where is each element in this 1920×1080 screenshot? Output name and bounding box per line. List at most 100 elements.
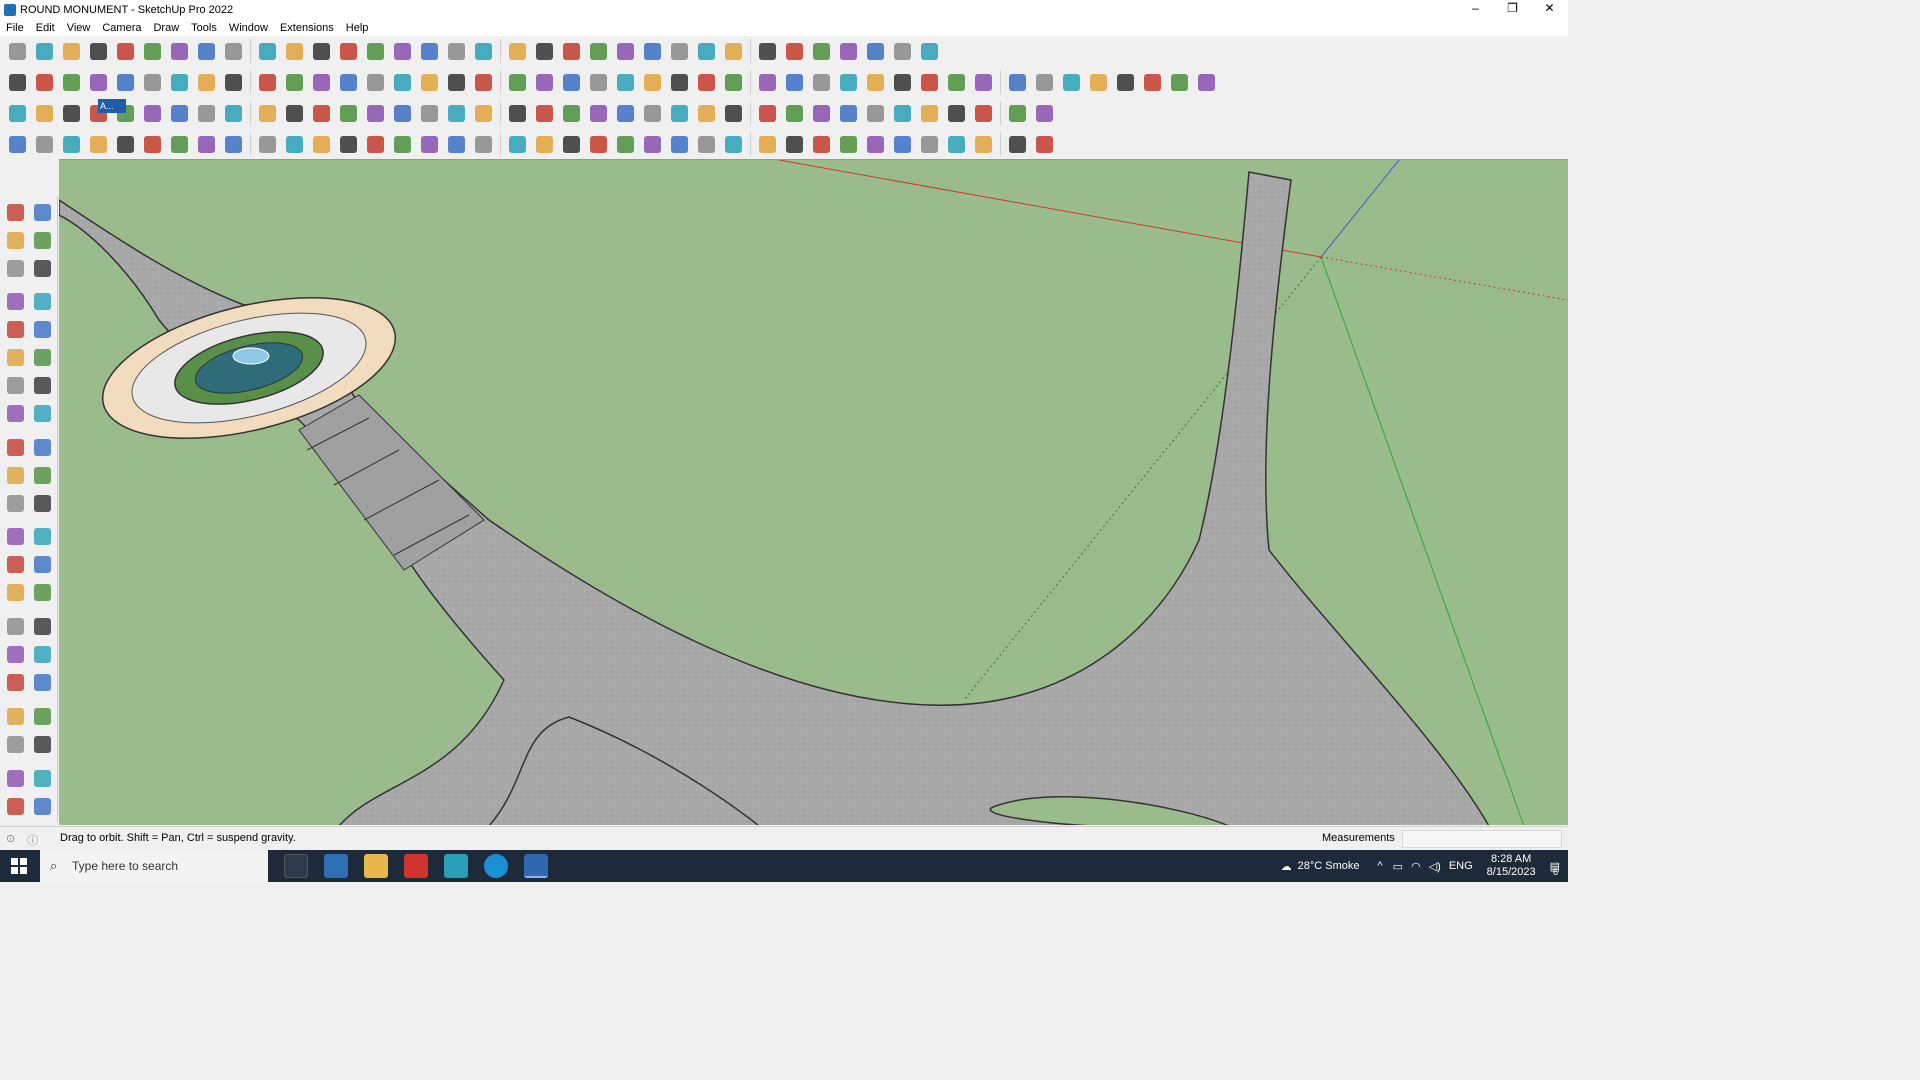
extension-tool-button[interactable] [112,131,139,158]
main-tool-button[interactable] [720,38,747,65]
main-tool-button[interactable] [362,38,389,65]
extension-tool-button[interactable] [1004,131,1031,158]
solid-tool-button[interactable] [585,69,612,96]
extension-tool-button[interactable] [585,131,612,158]
left-tool-button[interactable] [2,227,28,253]
solid-tool-button[interactable] [1085,69,1112,96]
restore-button[interactable]: ❐ [1494,0,1531,19]
sandbox-tool-button[interactable] [335,100,362,127]
left-tool-button[interactable] [29,288,55,314]
taskbar-search[interactable]: ⌕ Type here to search [40,850,268,882]
main-tool-button[interactable] [558,38,585,65]
extension-tool-button[interactable] [166,131,193,158]
sandbox-tool-button[interactable] [970,100,997,127]
left-tool-button[interactable] [2,703,28,729]
main-tool-button[interactable] [85,38,112,65]
main-tool-button[interactable] [504,38,531,65]
main-tool-button[interactable] [666,38,693,65]
solid-tool-button[interactable] [1193,69,1220,96]
extension-tool-button[interactable] [254,131,281,158]
main-tool-button[interactable] [58,38,85,65]
extension-tool-button[interactable] [443,131,470,158]
main-tool-button[interactable] [835,38,862,65]
solid-tool-button[interactable] [58,69,85,96]
left-tool-button[interactable] [29,523,55,549]
extension-tool-button[interactable] [504,131,531,158]
left-tool-button[interactable] [2,765,28,791]
left-tool-button[interactable] [29,669,55,695]
main-tool-button[interactable] [916,38,943,65]
main-tool-button[interactable] [443,38,470,65]
solid-tool-button[interactable] [4,69,31,96]
solid-tool-button[interactable] [720,69,747,96]
extension-tool-button[interactable] [389,131,416,158]
left-tool-button[interactable] [2,199,28,225]
left-tool-button[interactable] [2,372,28,398]
main-tool-button[interactable] [220,38,247,65]
sandbox-tool-button[interactable] [281,100,308,127]
main-tool-button[interactable] [416,38,443,65]
solid-tool-button[interactable] [31,69,58,96]
extension-tool-button[interactable] [281,131,308,158]
left-tool-button[interactable] [29,372,55,398]
sandbox-tool-button[interactable] [943,100,970,127]
solid-tool-button[interactable] [166,69,193,96]
sandbox-tool-button[interactable] [504,100,531,127]
left-tool-button[interactable] [29,703,55,729]
extension-tool-button[interactable] [531,131,558,158]
solid-tool-button[interactable] [85,69,112,96]
sandbox-tool-button[interactable] [835,100,862,127]
sandbox-tool-button[interactable] [254,100,281,127]
sandbox-tool-button[interactable] [585,100,612,127]
solid-tool-button[interactable] [666,69,693,96]
solid-tool-button[interactable] [112,69,139,96]
main-tool-button[interactable] [389,38,416,65]
network-icon[interactable]: ▭ [1393,860,1403,873]
solid-tool-button[interactable] [612,69,639,96]
extension-tool-button[interactable] [889,131,916,158]
solid-tool-button[interactable] [781,69,808,96]
extension-tool-button[interactable] [720,131,747,158]
solid-tool-button[interactable] [639,69,666,96]
main-tool-button[interactable] [693,38,720,65]
extension-tool-button[interactable] [916,131,943,158]
main-tool-button[interactable] [639,38,666,65]
solid-tool-button[interactable] [362,69,389,96]
volume-icon[interactable]: ◁) [1429,860,1441,873]
sandbox-tool-button[interactable] [416,100,443,127]
main-tool-button[interactable] [335,38,362,65]
sandbox-tool-button[interactable] [389,100,416,127]
main-tool-button[interactable] [31,38,58,65]
extension-tool-button[interactable] [1031,131,1058,158]
left-tool-button[interactable] [2,551,28,577]
solid-tool-button[interactable] [1031,69,1058,96]
left-tool-button[interactable] [2,793,28,819]
main-tool-button[interactable] [139,38,166,65]
left-tool-button[interactable] [2,523,28,549]
menu-camera[interactable]: Camera [96,22,147,34]
left-tool-button[interactable] [2,669,28,695]
menu-edit[interactable]: Edit [30,22,61,34]
left-tool-button[interactable] [29,579,55,605]
sandbox-tool-button[interactable] [754,100,781,127]
solid-tool-button[interactable] [754,69,781,96]
solid-tool-button[interactable] [416,69,443,96]
solid-tool-button[interactable] [335,69,362,96]
menu-file[interactable]: File [0,22,30,34]
left-tool-button[interactable] [2,255,28,281]
main-tool-button[interactable] [308,38,335,65]
solid-tool-button[interactable] [1004,69,1031,96]
solid-tool-button[interactable] [1166,69,1193,96]
left-tool-button[interactable] [2,434,28,460]
start-button[interactable] [0,850,38,882]
extension-tool-button[interactable] [693,131,720,158]
left-tool-button[interactable] [2,641,28,667]
edge-browser-icon[interactable] [484,854,508,878]
left-tool-button[interactable] [2,579,28,605]
solid-tool-button[interactable] [193,69,220,96]
sandbox-tool-button[interactable] [808,100,835,127]
extension-tool-button[interactable] [970,131,997,158]
tray-chevron-icon[interactable]: ^ [1378,860,1383,872]
menu-tools[interactable]: Tools [185,22,223,34]
task-view-icon[interactable] [284,854,308,878]
